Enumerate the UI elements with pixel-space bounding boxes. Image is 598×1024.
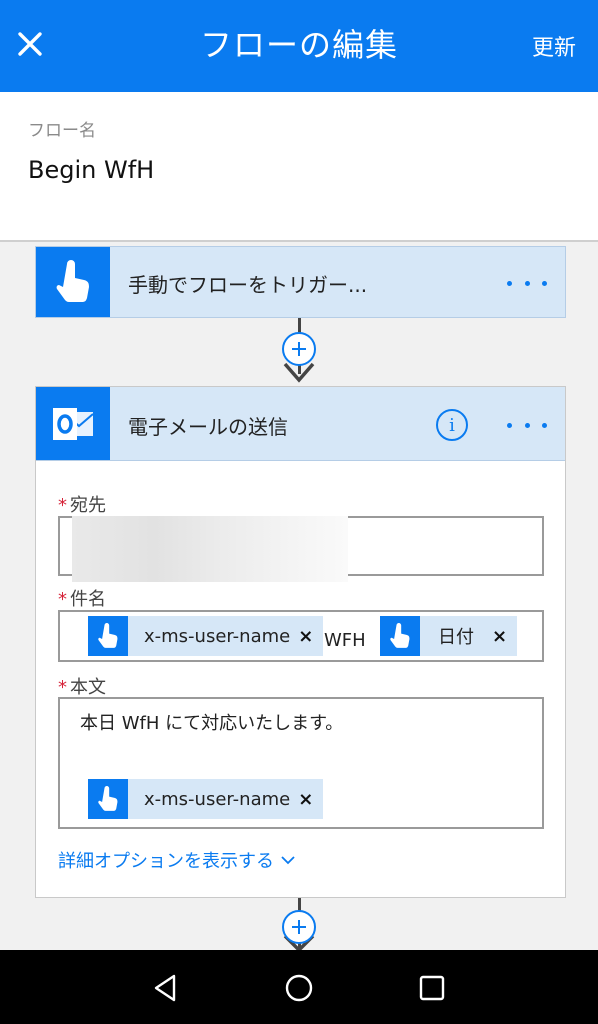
more-dot-icon — [542, 422, 547, 428]
flow-name-input[interactable]: Begin WfH — [28, 156, 154, 184]
subject-field[interactable]: x-ms-user-name × WFH 日付 × — [58, 610, 544, 662]
advanced-options-link[interactable]: 詳細オプションを表示する — [58, 847, 296, 873]
chevron-down-icon — [281, 856, 295, 865]
remove-token-button[interactable]: × — [492, 626, 517, 647]
body-label-text: 本文 — [70, 677, 106, 698]
recents-square-icon — [419, 975, 445, 1001]
back-triangle-icon — [154, 974, 176, 1002]
remove-token-button[interactable]: × — [298, 626, 323, 647]
to-label: * 宛先 — [58, 491, 106, 517]
touch-hand-icon — [88, 779, 128, 819]
more-dot-icon — [507, 280, 512, 286]
update-button[interactable]: 更新 — [532, 30, 576, 62]
touch-hand-icon — [88, 616, 128, 656]
remove-token-button[interactable]: × — [298, 789, 323, 810]
to-label-text: 宛先 — [70, 495, 106, 516]
recents-button[interactable] — [412, 968, 452, 1008]
insert-step-button[interactable] — [282, 332, 316, 366]
subject-label: * 件名 — [58, 585, 106, 611]
redacted-recipient — [72, 516, 348, 582]
home-button[interactable] — [279, 968, 319, 1008]
back-button[interactable] — [146, 968, 186, 1008]
advanced-options-label: 詳細オプションを表示する — [58, 851, 274, 872]
page-title: フローの編集 — [199, 26, 398, 64]
dynamic-token[interactable]: x-ms-user-name × — [88, 779, 324, 819]
to-field[interactable] — [58, 516, 544, 582]
app-bar: フローの編集 更新 — [0, 0, 598, 92]
trigger-icon-box — [36, 247, 110, 317]
subject-text: WFH — [324, 630, 366, 651]
body-field[interactable]: 本日 WfH にて対応いたします。 x-ms-user-name × — [58, 697, 544, 829]
insert-step-button[interactable] — [282, 910, 316, 944]
info-icon: i — [449, 414, 455, 436]
send-email-card: 電子メールの送信 i * 宛先 * 件名 x-ms-user-name × WFH — [35, 386, 566, 898]
info-button[interactable]: i — [436, 409, 468, 441]
outlook-icon-box — [36, 387, 110, 460]
more-dot-icon — [524, 280, 530, 286]
flow-name-card: フロー名 Begin WfH — [0, 92, 598, 242]
more-dot-icon — [524, 422, 530, 428]
required-marker: * — [58, 677, 67, 698]
subject-label-text: 件名 — [70, 589, 106, 610]
touch-hand-icon — [380, 616, 420, 656]
outlook-icon — [53, 407, 94, 440]
body-text: 本日 WfH にて対応いたします。 — [80, 713, 344, 734]
send-email-title: 電子メールの送信 — [128, 415, 288, 439]
more-dot-icon — [542, 280, 547, 286]
dynamic-token[interactable]: x-ms-user-name × — [88, 616, 324, 656]
body-label: * 本文 — [58, 673, 106, 699]
trigger-more-button[interactable] — [507, 273, 547, 293]
system-nav-bar — [0, 950, 598, 1024]
flow-name-label: フロー名 — [28, 121, 96, 141]
token-label: x-ms-user-name — [144, 625, 291, 647]
required-marker: * — [58, 589, 67, 610]
home-circle-icon — [285, 974, 313, 1002]
dynamic-token[interactable]: 日付 × — [380, 616, 518, 656]
action-more-button[interactable] — [507, 415, 547, 435]
token-label: x-ms-user-name — [144, 788, 291, 810]
send-email-header[interactable]: 電子メールの送信 i — [36, 387, 565, 461]
trigger-card[interactable]: 手動でフローをトリガー... — [35, 246, 566, 318]
required-marker: * — [58, 495, 67, 516]
touch-hand-icon — [56, 260, 89, 302]
token-label: 日付 — [438, 627, 474, 648]
plus-icon — [292, 920, 306, 934]
plus-icon — [292, 342, 306, 356]
trigger-title: 手動でフローをトリガー... — [128, 273, 368, 297]
more-dot-icon — [507, 422, 512, 428]
